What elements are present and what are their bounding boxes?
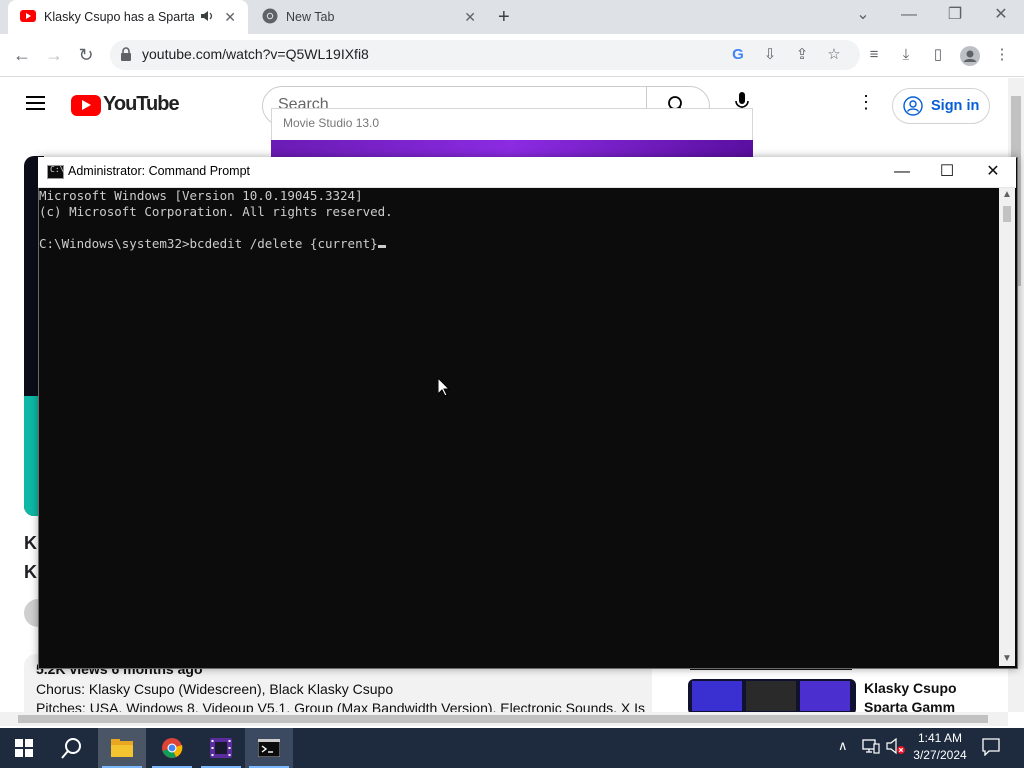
new-tab-button[interactable]: +	[498, 6, 510, 28]
lock-icon[interactable]	[120, 47, 132, 66]
hamburger-menu-icon[interactable]	[26, 96, 45, 114]
console-line: Microsoft Windows [Version 10.0.19045.33…	[39, 188, 363, 203]
cmd-close-button[interactable]: ✕	[970, 158, 1016, 186]
tab-title: Klasky Csupo has a Sparta G	[44, 10, 194, 24]
downloads-icon[interactable]: ⤓	[895, 46, 917, 64]
cmd-window-title: Administrator: Command Prompt	[68, 164, 251, 178]
taskbar-clock-date[interactable]: 3/27/2024	[912, 748, 968, 762]
taskbar-command-prompt[interactable]	[245, 728, 293, 768]
youtube-play-glyph	[82, 100, 91, 110]
google-lens-icon[interactable]: G	[727, 46, 749, 64]
taskbar-file-explorer[interactable]	[98, 728, 146, 768]
side-panel-icon[interactable]: ▯	[927, 46, 949, 64]
taskbar-search-button[interactable]	[48, 728, 96, 768]
restore-button[interactable]: ❐	[932, 4, 978, 26]
back-button[interactable]: ←	[10, 45, 34, 65]
speaker-icon[interactable]	[200, 10, 214, 25]
close-tab-icon[interactable]: ✕	[464, 9, 476, 26]
cmd-app-icon[interactable]: C:\	[47, 165, 64, 179]
windows-logo-icon	[15, 739, 33, 757]
profile-icon[interactable]	[960, 46, 980, 71]
account-icon	[903, 96, 923, 116]
close-window-button[interactable]: ✕	[978, 4, 1024, 26]
folder-icon	[111, 739, 133, 757]
youtube-icon	[20, 9, 36, 25]
cmd-minimize-button[interactable]: —	[879, 158, 925, 186]
taskbar-clock-time[interactable]: 1:41 AM	[912, 731, 968, 745]
chrome-icon	[262, 8, 278, 27]
settings-kebab-icon[interactable]: ⋮	[857, 92, 875, 112]
sign-in-button[interactable]: Sign in	[892, 88, 990, 124]
reload-button[interactable]: ↻	[74, 45, 98, 65]
film-icon	[210, 738, 232, 758]
page-horizontal-scrollbar[interactable]	[0, 712, 1008, 726]
tab-youtube[interactable]: Klasky Csupo has a Sparta G ✕	[8, 0, 248, 34]
network-icon[interactable]	[862, 738, 880, 759]
console-output[interactable]: Microsoft Windows [Version 10.0.19045.33…	[39, 188, 999, 666]
share-icon[interactable]: ⇪	[791, 46, 813, 64]
search-icon	[61, 738, 81, 759]
media-queue-icon[interactable]: ≡	[863, 46, 885, 64]
taskbar-movie-studio[interactable]	[197, 728, 245, 768]
sign-in-label: Sign in	[931, 98, 980, 114]
close-tab-icon[interactable]: ✕	[224, 9, 236, 26]
url-text[interactable]: youtube.com/watch?v=Q5WL19IXfi8	[142, 46, 369, 62]
scroll-down-arrow-icon: ▼	[1002, 653, 1012, 664]
bookmark-star-icon[interactable]: ☆	[823, 46, 845, 64]
chrome-icon	[162, 738, 183, 758]
tab-new-tab[interactable]: New Tab ✕	[250, 0, 488, 34]
recommended-thumbnail[interactable]	[688, 679, 856, 715]
youtube-wordmark[interactable]: YouTube	[103, 93, 180, 116]
mouse-pointer-icon	[437, 376, 451, 402]
install-app-icon[interactable]: ⇩	[759, 46, 781, 64]
scroll-up-arrow-icon: ▲	[1002, 189, 1012, 200]
forward-button[interactable]: →	[42, 45, 66, 65]
show-hidden-icons-chevron-icon[interactable]: ∧	[838, 738, 848, 754]
minimize-button[interactable]: —	[886, 4, 932, 26]
menu-kebab-icon[interactable]: ⋮	[991, 46, 1013, 64]
movie-studio-title: Movie Studio 13.0	[283, 116, 380, 130]
taskbar-chrome[interactable]	[148, 728, 196, 768]
console-command-line: C:\Windows\system32>bcdedit /delete {cur…	[39, 236, 378, 251]
terminal-icon	[258, 739, 280, 757]
notification-center-icon[interactable]	[982, 738, 1000, 761]
cmd-vertical-scrollbar[interactable]: ▲ ▼	[999, 188, 1015, 666]
recommended-title[interactable]: Klasky Csupo	[864, 680, 957, 696]
volume-muted-icon[interactable]	[886, 737, 906, 760]
text-cursor	[377, 245, 386, 248]
start-button[interactable]	[0, 728, 48, 768]
cmd-maximize-button[interactable]: ☐	[924, 158, 970, 186]
tab-search-icon[interactable]: ⌄	[840, 4, 886, 26]
console-line: (c) Microsoft Corporation. All rights re…	[39, 204, 393, 219]
movie-studio-splash	[271, 140, 753, 158]
tab-title: New Tab	[286, 10, 335, 24]
description-line: Chorus: Klasky Csupo (Widescreen), Black…	[36, 681, 394, 697]
